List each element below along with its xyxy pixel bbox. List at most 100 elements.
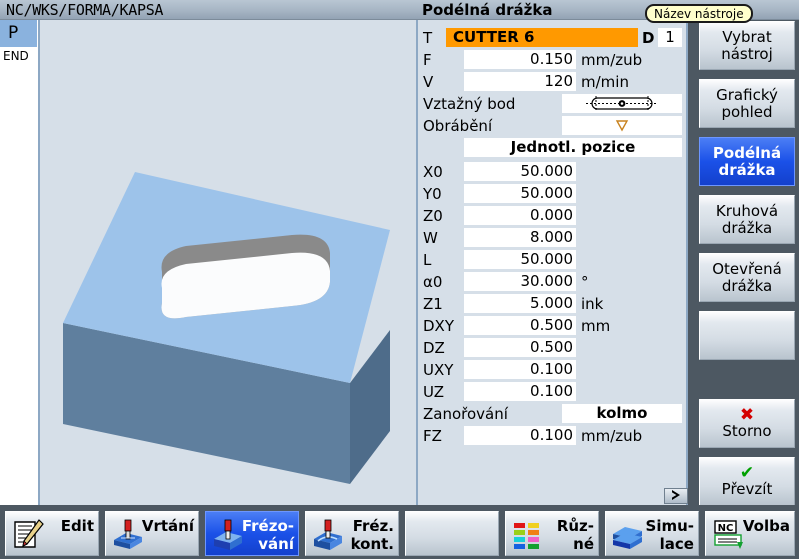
feed-value-field[interactable]: 0.150 <box>464 50 576 69</box>
softkey-contour-milling-line1: Fréz. <box>352 517 394 535</box>
softkey-longitudinal-slot-line1: Podélná <box>712 143 782 162</box>
tab-end[interactable]: END <box>0 47 38 67</box>
softkey-open-slot[interactable]: Otevřená drážka <box>699 253 795 302</box>
alpha0-label: α0 <box>423 273 443 291</box>
tooltip-text: Název nástroje <box>654 7 744 21</box>
y0-value-field[interactable]: 50.000 <box>464 184 576 203</box>
softkey-nc-select-label: Volba <box>742 517 790 535</box>
softkey-simulation-line1: Simu- <box>645 517 694 535</box>
dxy-value-field[interactable]: 0.500 <box>464 316 576 335</box>
softkey-various-line1: Růz- <box>556 517 594 535</box>
speed-unit: m/min <box>581 73 629 91</box>
alpha0-value-field[interactable]: 30.000 <box>464 272 576 291</box>
softkey-graphic-view-line2: pohled <box>721 102 773 121</box>
position-mode-field[interactable]: Jednotl. pozice <box>464 138 682 157</box>
tab-program-label: P <box>8 23 19 43</box>
softkey-various-line2: né <box>573 535 594 553</box>
speed-label: V <box>423 73 434 91</box>
fz-unit: mm/zub <box>581 427 643 445</box>
y0-label: Y0 <box>423 185 442 203</box>
tool-label: T <box>423 29 433 47</box>
softkey-various-label: Růz- né <box>538 517 594 553</box>
softkey-circular-slot-line1: Kruhová <box>715 201 779 220</box>
softkey-longitudinal-slot[interactable]: Podélná drážka <box>699 137 795 186</box>
softkey-open-slot-line1: Otevřená <box>712 259 782 278</box>
softkey-simulation-line2: lace <box>659 535 694 553</box>
uz-value-field[interactable]: 0.100 <box>464 382 576 401</box>
softkey-various[interactable]: Růz- né <box>505 511 599 556</box>
softkey-select-tool-line2: nástroj <box>721 44 773 63</box>
graphic-pane[interactable] <box>38 20 418 505</box>
softkey-simulation-label: Simu- lace <box>638 517 694 553</box>
softkey-circular-slot-line2: drážka <box>721 218 773 237</box>
cancel-x-icon: ✖ <box>739 404 755 425</box>
z1-value-field[interactable]: 5.000 <box>464 294 576 313</box>
plunge-value-field[interactable]: kolmo <box>562 404 682 423</box>
softkey-drilling[interactable]: Vrtání <box>105 511 199 556</box>
channel-column <box>0 20 38 505</box>
d-label: D <box>642 29 655 47</box>
cnc-screen: NC/WKS/FORMA/KAPSA Podélná drážka P END … <box>0 0 799 559</box>
scroll-right-button[interactable] <box>664 488 688 504</box>
machining-field[interactable] <box>562 116 682 135</box>
softkey-longitudinal-slot-line2: drážka <box>718 160 776 179</box>
dxy-unit: mm <box>581 317 611 335</box>
program-path: NC/WKS/FORMA/KAPSA <box>6 1 164 19</box>
softkey-milling[interactable]: Frézo- vání <box>205 511 299 556</box>
softkey-select-tool[interactable]: Vybrat nástroj <box>699 21 795 70</box>
tool-name-field[interactable]: CUTTER 6 <box>446 28 638 47</box>
softkey-edit[interactable]: Edit <box>5 511 99 556</box>
plunge-label: Zanořování <box>423 405 508 423</box>
parameter-form[interactable]: T CUTTER 6 D 1 F 0.150 mm/zub V 120 m/mi… <box>418 20 688 505</box>
softkey-nc-select[interactable]: NC Volba <box>705 511 795 556</box>
z0-value-field[interactable]: 0.000 <box>464 206 576 225</box>
softkey-empty[interactable] <box>699 311 795 360</box>
d-number-field[interactable]: 1 <box>658 28 682 47</box>
softkey-milling-label: Frézo- vání <box>238 517 294 553</box>
alpha0-unit: ° <box>581 273 589 291</box>
tab-program[interactable]: P <box>0 20 38 47</box>
feed-label: F <box>423 51 432 69</box>
accept-check-icon: ✔ <box>739 462 755 483</box>
x0-label: X0 <box>423 163 443 181</box>
fz-value-field[interactable]: 0.100 <box>464 426 576 445</box>
w-value-field[interactable]: 8.000 <box>464 228 576 247</box>
uz-label: UZ <box>423 383 444 401</box>
softkey-contour-milling-line2: kont. <box>350 535 394 553</box>
softkey-drilling-label: Vrtání <box>141 517 194 535</box>
softkey-milling-line2: vání <box>258 535 294 553</box>
tab-end-label: END <box>3 49 29 63</box>
softkey-contour-milling[interactable]: Fréz. kont. <box>305 511 399 556</box>
l-label: L <box>423 251 432 269</box>
x0-value-field[interactable]: 50.000 <box>464 162 576 181</box>
uxy-value-field[interactable]: 0.100 <box>464 360 576 379</box>
horizontal-softkey-bar: Edit Vrtání Frézo- vání Fréz. kont. Růz-… <box>0 505 799 559</box>
softkey-blank[interactable] <box>405 511 499 556</box>
softkey-milling-line1: Frézo- <box>241 517 294 535</box>
tooltip-tool-name: Název nástroje <box>645 4 753 23</box>
reference-point-label: Vztažný bod <box>423 95 516 113</box>
vertical-softkey-bar: Vybrat nástroj Grafický pohled Podélná d… <box>688 20 799 506</box>
z1-label: Z1 <box>423 295 443 313</box>
softkey-graphic-view[interactable]: Grafický pohled <box>699 79 795 128</box>
z0-label: Z0 <box>423 207 443 225</box>
slot-center-icon <box>586 96 658 111</box>
softkey-graphic-view-line1: Grafický <box>716 85 778 104</box>
roughing-triangle-icon <box>615 120 629 132</box>
chevron-right-icon <box>672 490 680 500</box>
reference-point-field[interactable] <box>562 94 682 113</box>
l-value-field[interactable]: 50.000 <box>464 250 576 269</box>
z1-unit: ink <box>581 295 604 313</box>
dz-value-field[interactable]: 0.500 <box>464 338 576 357</box>
softkey-simulation[interactable]: Simu- lace <box>605 511 699 556</box>
screen-title: Podélná drážka <box>422 1 553 19</box>
softkey-contour-milling-label: Fréz. kont. <box>338 517 394 553</box>
svg-text:NC: NC <box>718 523 734 534</box>
softkey-cancel-label: Storno <box>722 421 772 440</box>
softkey-accept[interactable]: ✔ Převzít <box>699 457 795 506</box>
softkey-circular-slot[interactable]: Kruhová drážka <box>699 195 795 244</box>
workpiece-3d-view <box>63 172 390 484</box>
w-label: W <box>423 229 438 247</box>
softkey-cancel[interactable]: ✖ Storno <box>699 399 795 448</box>
speed-value-field[interactable]: 120 <box>464 72 576 91</box>
